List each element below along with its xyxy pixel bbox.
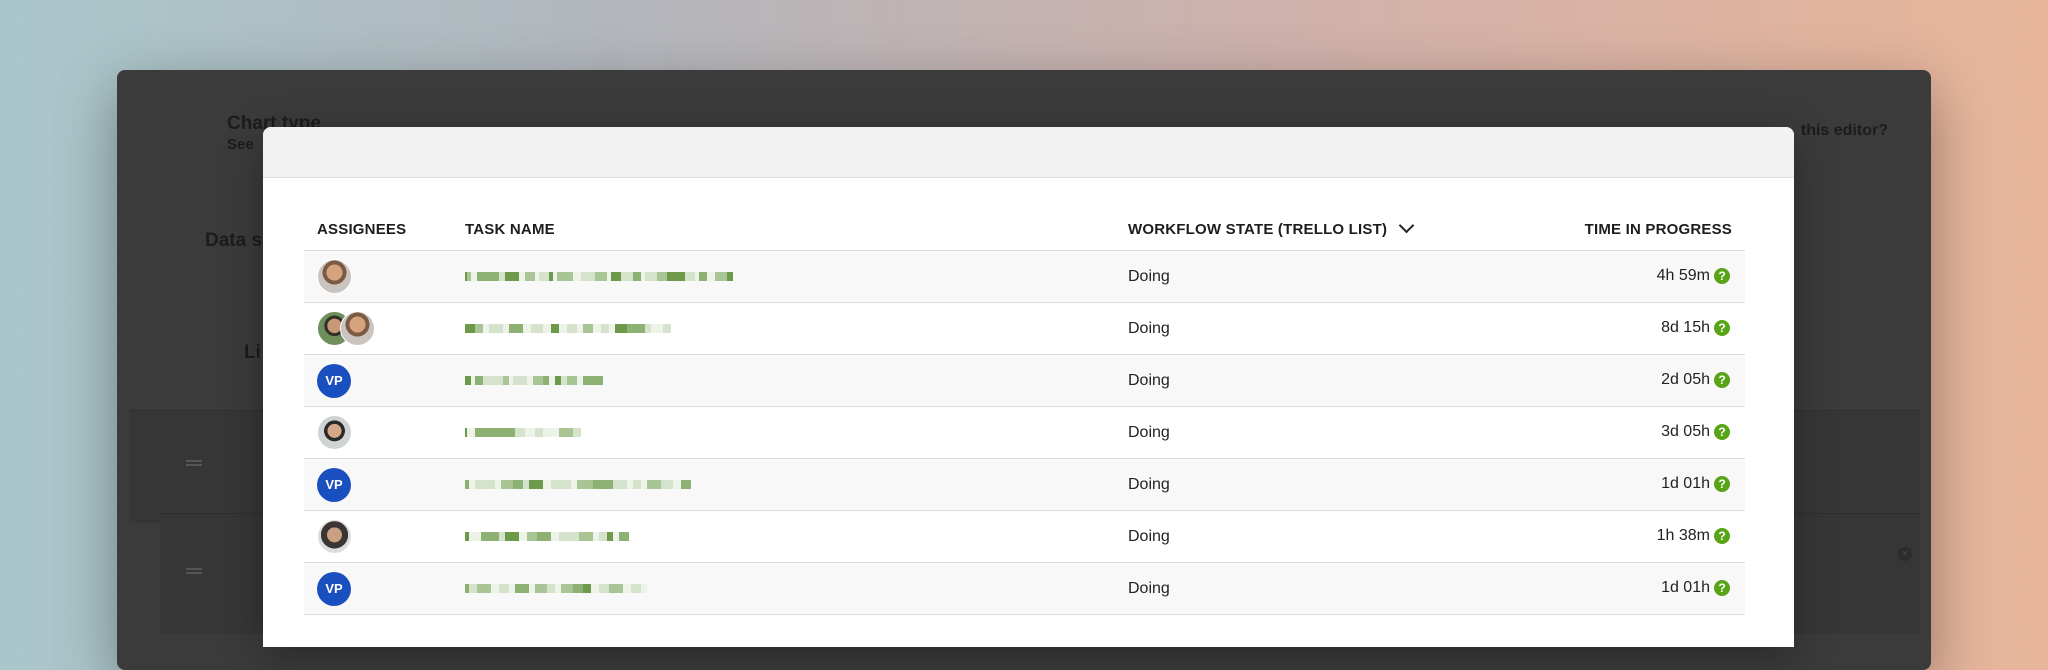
- avatar[interactable]: [317, 259, 352, 294]
- task-name-cell[interactable]: [465, 510, 1128, 563]
- time-in-progress-value: 3d 05h: [1661, 423, 1710, 441]
- assignees-cell: [304, 510, 465, 563]
- help-icon[interactable]: ?: [1714, 268, 1730, 285]
- bg-data-section-label: Data s: [205, 230, 263, 251]
- assignees-cell: VP: [304, 458, 465, 511]
- workflow-state-cell: Doing: [1128, 354, 1578, 407]
- redacted-task-name: [465, 269, 733, 283]
- help-icon[interactable]: ?: [1714, 476, 1730, 493]
- time-in-progress-value: 2d 05h: [1661, 371, 1710, 389]
- avatar[interactable]: VP: [317, 467, 351, 502]
- table-row[interactable]: VP Doing 2d 05h?: [304, 354, 1745, 407]
- time-in-progress-value: 8d 15h: [1661, 319, 1710, 337]
- bg-list-label: Li: [244, 342, 261, 363]
- time-in-progress-cell: 2d 05h?: [1578, 354, 1745, 407]
- header-task-name: TASK NAME: [465, 221, 1128, 251]
- header-time-in-progress: TIME IN PROGRESS: [1578, 221, 1745, 251]
- bg-help-link[interactable]: this editor?: [1801, 122, 1888, 140]
- help-icon[interactable]: ?: [1714, 424, 1730, 441]
- time-in-progress-cell: 1d 01h?: [1578, 458, 1745, 511]
- redacted-task-name: [465, 581, 647, 595]
- time-in-progress-cell: 1h 38m?: [1578, 510, 1745, 563]
- avatar[interactable]: [317, 415, 352, 450]
- time-in-progress-cell: 1d 01h?: [1578, 562, 1745, 615]
- workflow-state-cell: Doing: [1128, 250, 1578, 303]
- bg-chart-type-subtitle: See: [227, 136, 254, 153]
- workflow-state-cell: Doing: [1128, 458, 1578, 511]
- time-in-progress-value: 1d 01h: [1661, 475, 1710, 493]
- assignees-cell: VP: [304, 354, 465, 407]
- time-in-progress-value: 4h 59m: [1656, 267, 1710, 285]
- assignees-cell: [304, 302, 465, 355]
- tasks-table: ASSIGNEES TASK NAME WORKFLOW STATE (TREL…: [304, 217, 1745, 615]
- avatar[interactable]: VP: [317, 363, 351, 398]
- workflow-state-cell: Doing: [1128, 406, 1578, 459]
- time-in-progress-cell: 3d 05h?: [1578, 406, 1745, 459]
- header-assignees: ASSIGNEES: [304, 221, 465, 251]
- task-name-cell[interactable]: [465, 250, 1128, 303]
- drag-handle-icon[interactable]: [186, 568, 202, 570]
- header-workflow-state[interactable]: WORKFLOW STATE (TRELLO LIST): [1128, 217, 1578, 251]
- time-in-progress-cell: 4h 59m?: [1578, 250, 1745, 303]
- close-icon[interactable]: ×: [1898, 547, 1912, 561]
- table-row[interactable]: Doing 8d 15h?: [304, 302, 1745, 355]
- table-row[interactable]: Doing 3d 05h?: [304, 406, 1745, 459]
- assignees-cell: VP: [304, 562, 465, 615]
- help-icon[interactable]: ?: [1714, 372, 1730, 389]
- table-row[interactable]: Doing 4h 59m?: [304, 250, 1745, 303]
- help-icon[interactable]: ?: [1714, 320, 1730, 337]
- modal-header: [263, 127, 1794, 178]
- task-name-cell[interactable]: [465, 354, 1128, 407]
- help-icon[interactable]: ?: [1714, 580, 1730, 597]
- redacted-task-name: [465, 425, 581, 439]
- time-in-progress-cell: 8d 15h?: [1578, 302, 1745, 355]
- time-in-progress-value: 1d 01h: [1661, 579, 1710, 597]
- avatar[interactable]: VP: [317, 571, 351, 606]
- time-in-progress-value: 1h 38m: [1656, 527, 1710, 545]
- redacted-task-name: [465, 529, 629, 543]
- table-row[interactable]: VP Doing 1d 01h?: [304, 458, 1745, 511]
- task-details-modal: ASSIGNEES TASK NAME WORKFLOW STATE (TREL…: [263, 127, 1794, 647]
- task-name-cell[interactable]: [465, 302, 1128, 355]
- table-row[interactable]: Doing 1h 38m?: [304, 510, 1745, 563]
- header-workflow-state-label: WORKFLOW STATE (TRELLO LIST): [1128, 221, 1388, 238]
- avatar[interactable]: [340, 311, 375, 346]
- table-header-row: ASSIGNEES TASK NAME WORKFLOW STATE (TREL…: [304, 217, 1745, 251]
- workflow-state-cell: Doing: [1128, 562, 1578, 615]
- task-name-cell[interactable]: [465, 458, 1128, 511]
- assignees-cell: [304, 406, 465, 459]
- task-name-cell[interactable]: [465, 406, 1128, 459]
- assignees-cell: [304, 250, 465, 303]
- task-name-cell[interactable]: [465, 562, 1128, 615]
- table-row[interactable]: VP Doing 1d 01h?: [304, 562, 1745, 615]
- help-icon[interactable]: ?: [1714, 528, 1730, 545]
- redacted-task-name: [465, 477, 691, 491]
- workflow-state-cell: Doing: [1128, 510, 1578, 563]
- redacted-task-name: [465, 373, 603, 387]
- chevron-down-icon[interactable]: [1398, 217, 1415, 234]
- redacted-task-name: [465, 321, 671, 335]
- drag-handle-icon[interactable]: [186, 460, 202, 462]
- workflow-state-cell: Doing: [1128, 302, 1578, 355]
- avatar[interactable]: [317, 519, 352, 554]
